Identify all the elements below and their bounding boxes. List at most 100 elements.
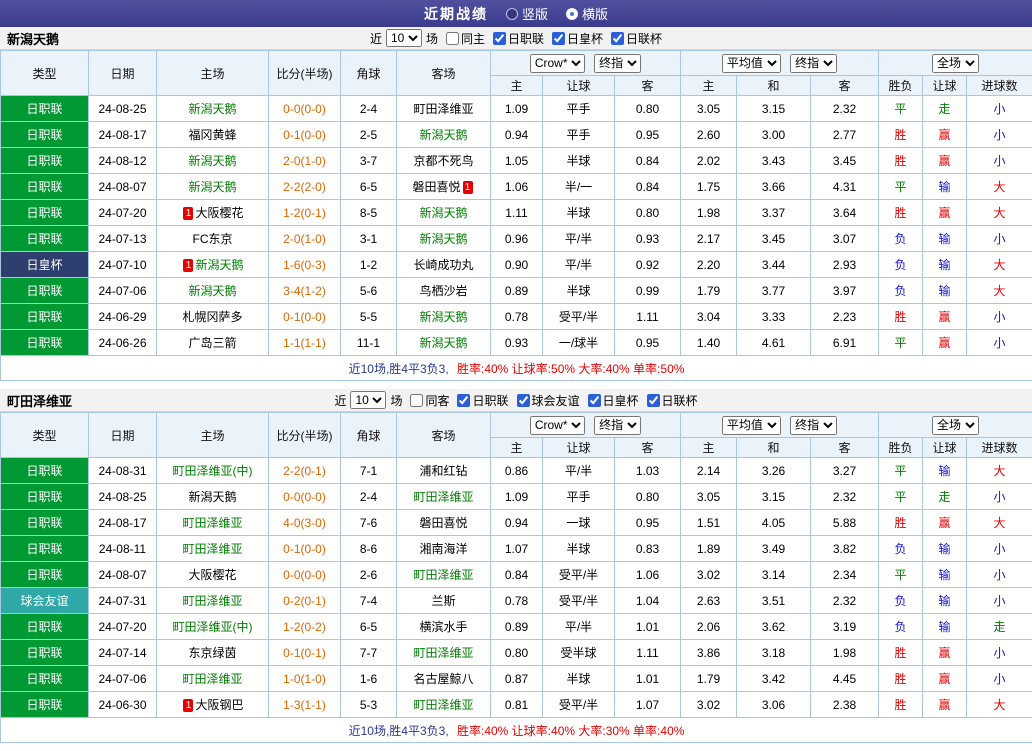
scope-select[interactable]: 全场: [932, 416, 979, 435]
near-label: 近: [370, 30, 382, 47]
home-team-name[interactable]: 札幌冈萨多: [182, 310, 242, 324]
away-team-name[interactable]: 名古屋鲸八: [413, 672, 473, 686]
home-team-name[interactable]: 町田泽维亚: [182, 542, 242, 556]
away-team-name[interactable]: 新潟天鹅: [419, 206, 467, 220]
home-team-name[interactable]: 新潟天鹅: [188, 154, 236, 168]
away-team-name[interactable]: 町田泽维亚: [413, 102, 473, 116]
filter-checkbox-input[interactable]: [588, 394, 601, 407]
result-handicap: 输: [923, 458, 967, 484]
corner-cell: 2-4: [341, 96, 397, 122]
home-team-name[interactable]: 町田泽维亚: [182, 516, 242, 530]
asian-home-odds: 0.93: [491, 330, 543, 356]
filter-checkbox-input[interactable]: [647, 394, 660, 407]
home-team-name[interactable]: 新潟天鹅: [188, 102, 236, 116]
match-count-select[interactable]: 10: [386, 29, 422, 47]
home-team-cell: 町田泽维亚: [157, 588, 269, 614]
away-team-name[interactable]: 磐田喜悦: [419, 516, 467, 530]
match-count-select[interactable]: 10: [350, 391, 386, 409]
asian-away-odds: 1.04: [615, 588, 681, 614]
filter-checkbox[interactable]: 日职联: [453, 392, 508, 409]
filter-checkbox-input[interactable]: [493, 32, 506, 45]
filter-checkbox-input[interactable]: [446, 32, 459, 45]
result-handicap: 输: [923, 252, 967, 278]
home-team-name[interactable]: 町田泽维亚(中): [173, 464, 253, 478]
home-team-name[interactable]: 新潟天鹅: [188, 490, 236, 504]
euro-away-odds: 2.32: [811, 96, 879, 122]
corner-cell: 8-6: [341, 536, 397, 562]
away-team-name[interactable]: 町田泽维亚: [413, 698, 473, 712]
euro-home-odds: 3.04: [681, 304, 737, 330]
euro-draw-odds: 3.06: [737, 692, 811, 718]
result-wdl: 胜: [879, 148, 923, 174]
away-team-name[interactable]: 新潟天鹅: [419, 336, 467, 350]
away-team-name[interactable]: 横滨水手: [419, 620, 467, 634]
away-team-name[interactable]: 新潟天鹅: [419, 128, 467, 142]
away-team-name[interactable]: 町田泽维亚: [413, 646, 473, 660]
scope-select[interactable]: 全场: [932, 54, 979, 73]
result-goals: 小: [967, 484, 1032, 510]
filter-checkbox[interactable]: 日职联: [489, 30, 544, 47]
home-team-name[interactable]: 新潟天鹅: [188, 180, 236, 194]
home-team-name[interactable]: 广岛三箭: [188, 336, 236, 350]
away-team-cell: 新潟天鹅: [397, 122, 491, 148]
asian-time-select[interactable]: 终指: [594, 54, 641, 73]
home-team-name[interactable]: 新潟天鹅: [195, 258, 243, 272]
home-team-name[interactable]: FC东京: [193, 232, 233, 246]
summary-record: 近10场,胜4平3负3,: [349, 724, 449, 738]
bookmaker-select[interactable]: Crow*: [530, 54, 585, 73]
euro-avg-select[interactable]: 平均值: [722, 54, 781, 73]
home-team-name[interactable]: 新潟天鹅: [188, 284, 236, 298]
layout-radio-vertical[interactable]: 竖版: [506, 4, 548, 23]
euro-away-odds: 3.97: [811, 278, 879, 304]
away-team-name[interactable]: 鸟栖沙岩: [419, 284, 467, 298]
away-team-name[interactable]: 磐田喜悦: [412, 180, 460, 194]
euro-draw-odds: 3.77: [737, 278, 811, 304]
score-cell: 0-0(0-0): [269, 484, 341, 510]
filter-checkbox[interactable]: 球会友谊: [513, 392, 580, 409]
away-team-name[interactable]: 新潟天鹅: [419, 310, 467, 324]
asian-time-select[interactable]: 终指: [594, 416, 641, 435]
away-team-name[interactable]: 京都不死鸟: [413, 154, 473, 168]
away-team-name[interactable]: 町田泽维亚: [413, 490, 473, 504]
filter-checkbox[interactable]: 日皇杯: [584, 392, 639, 409]
home-team-name[interactable]: 町田泽维亚: [182, 594, 242, 608]
asian-away-odds: 0.80: [615, 96, 681, 122]
filter-checkbox[interactable]: 同主: [442, 30, 485, 47]
home-team-name[interactable]: 东京绿茵: [188, 646, 236, 660]
away-team-name[interactable]: 兰斯: [431, 594, 455, 608]
summary-row: 近10场,胜4平3负3, 胜率:40% 让球率:50% 大率:40% 单率:50…: [1, 356, 1032, 381]
euro-home-odds: 3.05: [681, 484, 737, 510]
filter-checkbox-input[interactable]: [611, 32, 624, 45]
away-team-name[interactable]: 町田泽维亚: [413, 568, 473, 582]
bookmaker-select[interactable]: Crow*: [530, 416, 585, 435]
euro-time-select[interactable]: 终指: [790, 416, 837, 435]
result-handicap: 赢: [923, 640, 967, 666]
score-cell: 1-1(1-1): [269, 330, 341, 356]
away-team-name[interactable]: 新潟天鹅: [419, 232, 467, 246]
filter-checkbox[interactable]: 同客: [406, 392, 449, 409]
result-group: 全场: [879, 413, 1032, 438]
filter-checkbox-input[interactable]: [517, 394, 530, 407]
filter-checkbox[interactable]: 日联杯: [607, 30, 662, 47]
home-team-name[interactable]: 町田泽维亚(中): [173, 620, 253, 634]
home-team-name[interactable]: 大阪樱花: [188, 568, 236, 582]
home-team-name[interactable]: 大阪钢巴: [195, 698, 243, 712]
away-team-name[interactable]: 浦和红钻: [419, 464, 467, 478]
home-team-name[interactable]: 町田泽维亚: [182, 672, 242, 686]
euro-time-select[interactable]: 终指: [790, 54, 837, 73]
league-badge: 日职联: [1, 536, 89, 562]
home-team-name[interactable]: 福冈黄蜂: [188, 128, 236, 142]
filter-checkbox[interactable]: 日皇杯: [548, 30, 603, 47]
filter-checkbox-input[interactable]: [410, 394, 423, 407]
away-team-name[interactable]: 长崎成功丸: [413, 258, 473, 272]
filter-checkbox-input[interactable]: [552, 32, 565, 45]
euro-avg-select[interactable]: 平均值: [722, 416, 781, 435]
home-team-name[interactable]: 大阪樱花: [195, 206, 243, 220]
result-goals: 小: [967, 640, 1032, 666]
filter-checkbox[interactable]: 日联杯: [643, 392, 698, 409]
layout-radio-horizontal[interactable]: 横版: [566, 4, 608, 23]
away-team-name[interactable]: 湘南海洋: [419, 542, 467, 556]
match-row: 日职联 24-08-07 大阪樱花 0-0(0-0) 2-6 町田泽维亚 0.8…: [1, 562, 1032, 588]
filter-checkbox-input[interactable]: [457, 394, 470, 407]
euro-home-odds: 3.02: [681, 692, 737, 718]
